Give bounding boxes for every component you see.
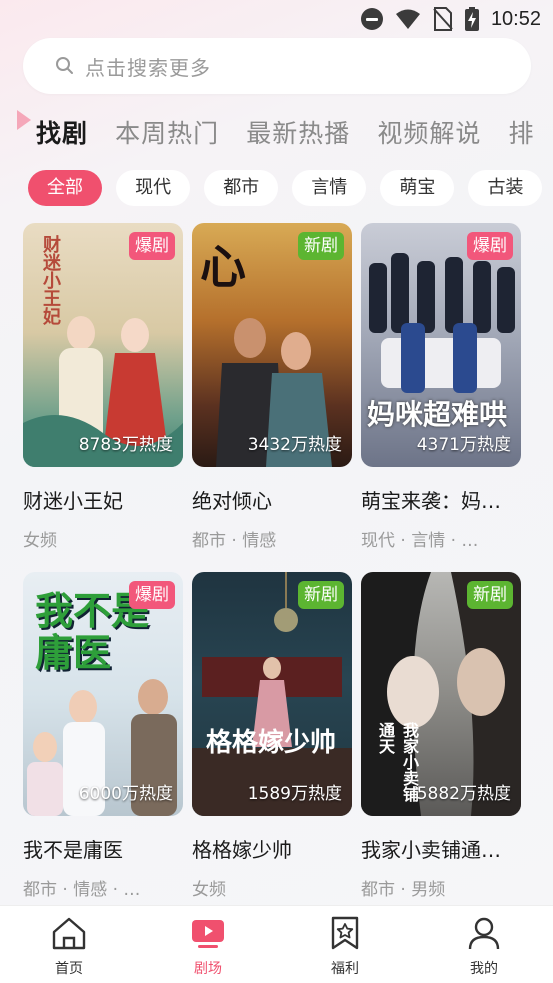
tab-ranking[interactable]: 排 [508, 112, 534, 156]
chip-cute-baby[interactable]: 萌宝 [380, 170, 455, 206]
poster-title-text: 格格嫁少帅 [206, 728, 337, 758]
search-icon [56, 57, 73, 74]
chip-romance[interactable]: 言情 [292, 170, 367, 206]
badge-new: 新剧 [298, 232, 344, 260]
nav-welfare-label: 福利 [331, 961, 359, 977]
tab-latest[interactable]: 最新热播 [246, 112, 350, 156]
nav-mine-label: 我的 [470, 961, 498, 977]
status-bar: 10:52 [0, 0, 553, 36]
drama-card[interactable]: 我不是庸医 爆剧 6000万热度 我不是庸医 都市 · 情感 · … [23, 572, 183, 900]
search-bar[interactable]: 点击搜索更多 [23, 38, 531, 94]
tab-video-commentary[interactable]: 视频解说 [377, 112, 481, 156]
chip-all[interactable]: 全部 [28, 170, 102, 206]
no-sim-icon [433, 7, 453, 31]
heat-count: 8783万热度 [78, 435, 173, 455]
tab-find-drama[interactable]: 找剧 [36, 112, 88, 156]
poster-image[interactable]: 财迷小王妃 爆剧 8783万热度 [23, 223, 183, 467]
drama-card[interactable]: 财迷小王妃 爆剧 8783万热度 财迷小王妃 女频 [23, 223, 183, 551]
poster-image[interactable]: 格格嫁少帅 新剧 1589万热度 [192, 572, 352, 816]
chip-urban[interactable]: 都市 [204, 170, 279, 206]
drama-card[interactable]: 格格嫁少帅 新剧 1589万热度 格格嫁少帅 女频 [192, 572, 352, 900]
drama-tags: 女频 [23, 531, 57, 551]
category-tabs: 找剧 本周热门 最新热播 视频解说 排 [36, 112, 553, 156]
genre-filter-chips: 全部 现代 都市 言情 萌宝 古装 [28, 170, 553, 206]
heat-count: 1589万热度 [247, 784, 342, 804]
heat-count: 6000万热度 [78, 784, 173, 804]
drama-tags: 现代 · 言情 · … [361, 531, 479, 551]
active-tab-indicator [17, 110, 31, 130]
drama-tags: 都市 · 情感 · … [23, 880, 141, 900]
status-time: 10:52 [490, 7, 541, 30]
drama-tags: 女频 [192, 880, 226, 900]
heat-count: 5882万热度 [416, 784, 511, 804]
do-not-disturb-icon [360, 8, 383, 30]
tab-weekly-hot[interactable]: 本周热门 [115, 112, 219, 156]
nav-mine[interactable]: 我的 [439, 916, 529, 978]
poster-image[interactable]: 我家小卖铺通天 新剧 5882万热度 [361, 572, 521, 816]
heat-count: 3432万热度 [247, 435, 342, 455]
drama-tags: 都市 · 男频 [361, 880, 446, 900]
bottom-nav: 首页 剧场 福利 我的 [0, 905, 553, 983]
drama-title[interactable]: 格格嫁少帅 [192, 834, 352, 863]
poster-image[interactable]: 我不是庸医 爆剧 6000万热度 [23, 572, 183, 816]
badge-hot: 爆剧 [129, 581, 175, 609]
badge-new: 新剧 [298, 581, 344, 609]
poster-title-text: 我家小卖铺通天 [376, 722, 419, 802]
search-placeholder: 点击搜索更多 [85, 55, 211, 80]
drama-title[interactable]: 萌宝来袭：妈… [361, 485, 521, 514]
poster-image[interactable]: 心 新剧 3432万热度 [192, 223, 352, 467]
heat-count: 4371万热度 [416, 435, 511, 455]
drama-title[interactable]: 我不是庸医 [23, 834, 183, 863]
chip-modern[interactable]: 现代 [116, 170, 191, 206]
badge-hot: 爆剧 [129, 232, 175, 260]
chip-costume[interactable]: 古装 [468, 170, 543, 206]
badge-hot: 爆剧 [467, 232, 513, 260]
battery-charging-icon [464, 7, 479, 31]
drama-title[interactable]: 财迷小王妃 [23, 485, 183, 514]
nav-home[interactable]: 首页 [24, 916, 114, 978]
poster-title-text: 心 [200, 240, 246, 294]
nav-theater-label: 剧场 [194, 961, 222, 977]
drama-card[interactable]: 心 新剧 3432万热度 绝对倾心 都市 · 情感 [192, 223, 352, 551]
drama-card[interactable]: 妈咪超难哄 爆剧 4371万热度 萌宝来袭：妈… 现代 · 言情 · … [361, 223, 521, 551]
theater-icon [192, 920, 224, 948]
home-icon [52, 917, 86, 950]
bookmark-star-icon [331, 916, 359, 950]
poster-title-text: 财迷小王妃 [40, 235, 61, 325]
poster-image[interactable]: 妈咪超难哄 爆剧 4371万热度 [361, 223, 521, 467]
drama-tags: 都市 · 情感 [192, 531, 277, 551]
nav-home-label: 首页 [55, 961, 83, 977]
drama-title[interactable]: 绝对倾心 [192, 485, 352, 514]
nav-welfare[interactable]: 福利 [300, 916, 390, 978]
drama-card[interactable]: 我家小卖铺通天 新剧 5882万热度 我家小卖铺通… 都市 · 男频 [361, 572, 521, 900]
nav-theater[interactable]: 剧场 [163, 916, 253, 978]
wifi-icon [395, 9, 420, 29]
badge-new: 新剧 [467, 581, 513, 609]
drama-title[interactable]: 我家小卖铺通… [361, 834, 521, 863]
user-icon [468, 917, 500, 950]
poster-title-text: 妈咪超难哄 [367, 398, 508, 431]
